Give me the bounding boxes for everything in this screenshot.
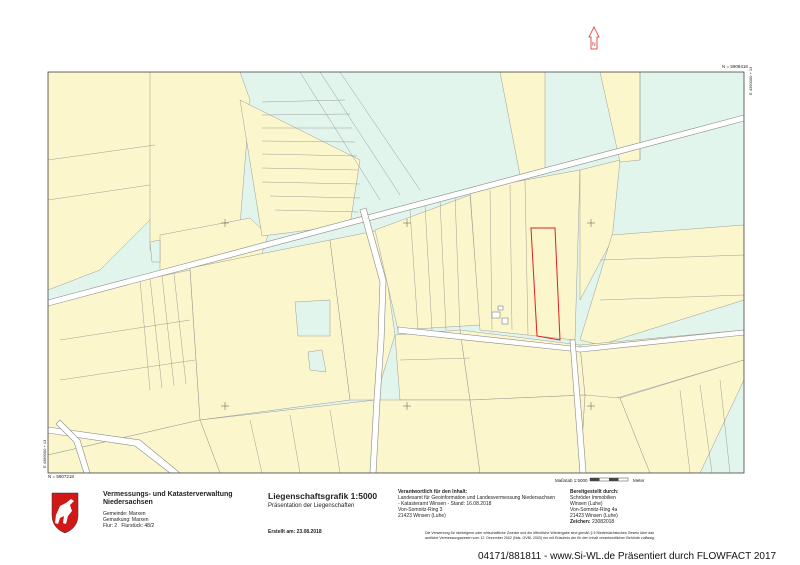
reference-value: 23082018 bbox=[591, 519, 615, 525]
legal-line2: amtliche Vermessungswesen vom 12. Dezemb… bbox=[425, 536, 655, 540]
location-fields: Gemeinde: Marxen Gemarkung: Marxen Flur:… bbox=[103, 511, 154, 529]
coord-right-vertical: E 4390000 + 13 bbox=[748, 66, 753, 95]
flur-label: Flur: bbox=[103, 523, 113, 529]
scale-unit: Meter bbox=[633, 478, 645, 483]
created-date: Erstellt am: 23.08.2018 bbox=[268, 529, 322, 535]
north-arrow-icon: N bbox=[588, 26, 600, 50]
org-line1: Vermessungs- und Katasterverwaltung bbox=[103, 491, 233, 498]
map-content bbox=[48, 72, 744, 473]
org-line2: Niedersachsen bbox=[103, 499, 153, 506]
coord-left-vertical: E 4389000 + 13 bbox=[42, 439, 47, 468]
flurstueck-value: 48/2 bbox=[144, 523, 155, 529]
legal-notice: Die Verwertung für nichteigene oder wirt… bbox=[425, 531, 655, 541]
responsible-block: Verantwortlich für den Inhalt: Landesamt… bbox=[398, 489, 555, 519]
provider-block: Bereitgestellt durch: Schröder Immobilie… bbox=[570, 489, 619, 525]
document-subtitle: Präsentation der Liegenschaften bbox=[268, 503, 355, 509]
flur-value: 2 bbox=[114, 523, 118, 529]
coord-top-right: N = 5908418 bbox=[722, 64, 748, 69]
scale-bar bbox=[589, 477, 629, 482]
document-title: Liegenschaftsgrafik 1:5000 bbox=[268, 491, 378, 501]
reference-label: Zeichen: bbox=[570, 519, 591, 525]
niedersachsen-coat-of-arms-icon bbox=[51, 492, 79, 534]
cadastral-map: N bbox=[47, 26, 745, 534]
responsible-line: 21423 Winsen (Luhe) bbox=[398, 513, 446, 519]
scale-label: Maßstab 1:5000 bbox=[555, 478, 588, 483]
north-label: N bbox=[592, 42, 596, 48]
footer-watermark: 04171/881811 - www.Si-WL.de Präsentiert … bbox=[478, 551, 777, 562]
coord-bottom-left: N = 5907218 bbox=[48, 474, 74, 479]
flurstueck-label: Flurstück: bbox=[121, 523, 144, 529]
org-name: Vermessungs- und Katasterverwaltung Nied… bbox=[103, 491, 233, 507]
